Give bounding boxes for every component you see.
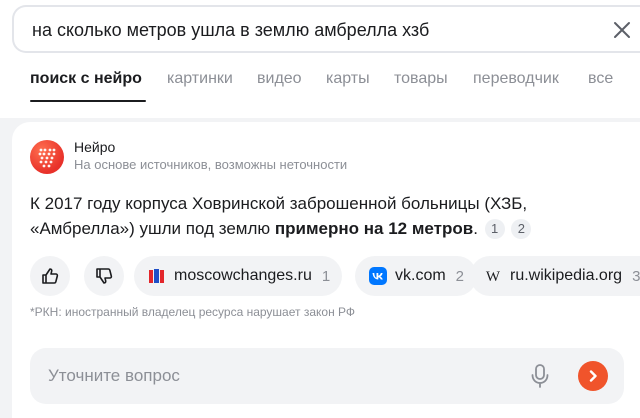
dislike-button[interactable] [84,256,124,296]
source-vk[interactable]: vk.com 2 [355,256,477,296]
neiro-title: Нейро [74,139,116,155]
source-ref-2[interactable]: 2 [511,219,532,239]
source-name: ru.wikipedia.org [510,267,623,284]
send-button[interactable] [578,361,608,391]
tab-translator[interactable]: переводчик [473,68,559,90]
source-wikipedia[interactable]: W ru.wikipedia.org 3* [470,256,640,296]
source-number: 1 [321,267,331,285]
feedback-and-sources-row: moscowchanges.ru 1 vk.com 2 W ru.wikiped… [30,256,640,296]
answer-highlight: примерно на 12 метров [274,219,474,238]
neiro-subtitle: На основе источников, возможны неточност… [74,157,348,172]
tab-video[interactable]: видео [257,68,302,90]
like-button[interactable] [30,256,70,296]
neiro-answer-text: К 2017 году корпуса Ховринской заброшенн… [30,191,590,241]
voice-input-button[interactable] [526,362,554,390]
search-tabs: поиск с нейро картинки видео карты товар… [30,68,630,102]
followup-input[interactable] [30,348,510,404]
source-ref-1[interactable]: 1 [484,219,505,239]
thumbs-up-icon [42,268,59,284]
microphone-icon [531,364,549,388]
vk-favicon-icon [369,267,387,285]
moscowchanges-favicon-icon [149,269,164,283]
answer-text-end: . [473,219,478,238]
source-number: 2 [455,267,465,285]
header: на сколько метров ушла в землю амбрелла … [0,0,640,118]
source-number: 3* [632,267,640,285]
rkn-disclaimer: *РКН: иностранный владелец ресурса наруш… [30,305,356,319]
active-tab-indicator [30,100,146,102]
followup-box [30,348,624,404]
close-icon [614,22,630,38]
wikipedia-favicon-icon: W [486,269,501,285]
source-name: moscowchanges.ru [174,267,312,284]
tab-all[interactable]: все [588,68,613,90]
neiro-logo-icon [30,140,64,174]
tab-products[interactable]: товары [394,68,448,90]
thumbs-down-icon [96,268,113,284]
tab-maps[interactable]: карты [326,68,370,90]
clear-search-button[interactable] [612,20,632,40]
search-box[interactable]: на сколько метров ушла в землю амбрелла … [12,5,640,53]
tab-neiro-search[interactable]: поиск с нейро [30,68,142,90]
source-moscowchanges[interactable]: moscowchanges.ru 1 [134,256,342,296]
neiro-answer-card: Нейро На основе источников, возможны нет… [12,122,640,418]
source-name: vk.com [395,267,446,284]
tab-images[interactable]: картинки [167,68,233,90]
svg-text:W: W [486,269,501,285]
search-query[interactable]: на сколько метров ушла в землю амбрелла … [32,19,429,41]
chevron-right-icon [589,370,597,382]
